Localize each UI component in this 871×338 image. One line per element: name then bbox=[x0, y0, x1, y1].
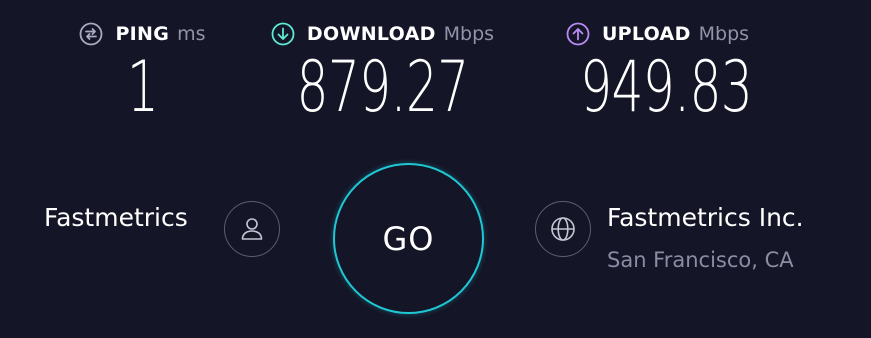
server-name[interactable]: Fastmetrics Inc. bbox=[607, 203, 804, 232]
upload-label: UPLOAD bbox=[601, 23, 691, 45]
download-metric: DOWNLOAD Mbps 879.27 bbox=[255, 20, 510, 122]
ping-metric: PING ms 1 bbox=[70, 20, 215, 122]
ping-value: 1 bbox=[126, 46, 159, 128]
ping-unit: ms bbox=[177, 23, 206, 45]
ping-label: PING bbox=[115, 23, 170, 45]
upload-value: 949.83 bbox=[580, 46, 753, 128]
download-label: DOWNLOAD bbox=[306, 23, 436, 45]
download-arrow-icon bbox=[271, 22, 295, 46]
server-location: San Francisco, CA bbox=[607, 248, 794, 272]
ping-header: PING ms bbox=[70, 20, 215, 48]
ping-icon bbox=[79, 22, 103, 46]
download-unit: Mbps bbox=[443, 23, 495, 45]
go-button[interactable]: GO bbox=[333, 163, 484, 314]
isp-name: Fastmetrics bbox=[44, 203, 188, 232]
download-value: 879.27 bbox=[296, 46, 469, 128]
globe-icon[interactable] bbox=[535, 201, 591, 257]
upload-arrow-icon bbox=[566, 22, 590, 46]
user-icon[interactable] bbox=[224, 201, 280, 257]
go-label: GO bbox=[382, 219, 435, 258]
upload-header: UPLOAD Mbps bbox=[550, 20, 765, 48]
upload-unit: Mbps bbox=[698, 23, 750, 45]
download-header: DOWNLOAD Mbps bbox=[255, 20, 510, 48]
upload-metric: UPLOAD Mbps 949.83 bbox=[550, 20, 765, 122]
